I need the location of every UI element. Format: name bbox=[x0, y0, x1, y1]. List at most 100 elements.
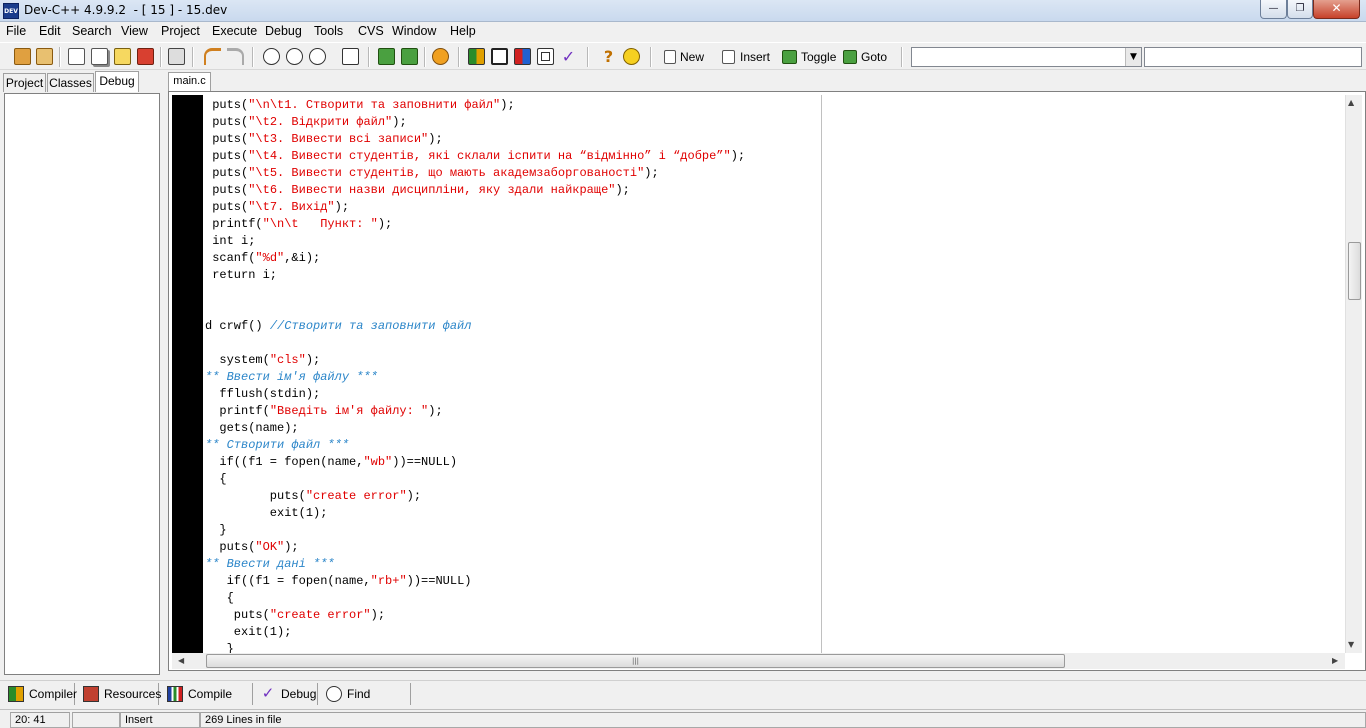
menu-file[interactable]: File bbox=[6, 24, 26, 38]
tab-resources[interactable]: Resources bbox=[79, 683, 161, 705]
string-literal: "\t4. Вивести студентів, які склали іспи… bbox=[248, 149, 731, 163]
replace-icon[interactable] bbox=[309, 48, 326, 65]
code-token: puts( bbox=[205, 540, 256, 554]
new-file-icon[interactable] bbox=[68, 48, 85, 65]
string-literal: "wb" bbox=[363, 455, 393, 469]
scroll-up-icon[interactable]: ▲ bbox=[1348, 98, 1354, 107]
member-combo[interactable] bbox=[1144, 47, 1362, 67]
code-token: ); bbox=[377, 217, 393, 231]
scroll-right-icon[interactable]: ▶ bbox=[1332, 656, 1338, 665]
tab-project[interactable]: Project bbox=[3, 73, 46, 92]
close-file-icon[interactable] bbox=[137, 48, 154, 65]
code-token: ); bbox=[644, 166, 659, 180]
save-all-icon[interactable] bbox=[91, 48, 108, 65]
add-to-project-icon[interactable] bbox=[378, 48, 395, 65]
code-comment: ** Ввести ім'я файлу *** bbox=[205, 370, 378, 384]
code-editor[interactable]: puts("\n\t1. Створити та заповнити файл"… bbox=[168, 91, 1366, 671]
goto-bookmark-icon[interactable] bbox=[843, 50, 857, 64]
code-line: puts("\t7. Вихід"); bbox=[205, 199, 349, 216]
chevron-down-icon[interactable]: ▼ bbox=[1125, 48, 1141, 66]
compile-icon[interactable] bbox=[468, 48, 485, 65]
code-token: puts( bbox=[205, 98, 249, 112]
minimize-button[interactable]: — bbox=[1260, 0, 1287, 19]
remove-from-project-icon[interactable] bbox=[401, 48, 418, 65]
string-literal: "\n\t Пункт: " bbox=[262, 217, 378, 231]
code-token: scanf( bbox=[205, 251, 256, 265]
code-line: { bbox=[205, 471, 226, 488]
project-options-icon[interactable] bbox=[432, 48, 449, 65]
open-project-icon[interactable] bbox=[14, 48, 31, 65]
code-token: puts( bbox=[205, 183, 249, 197]
debug-check-icon[interactable]: ✓ bbox=[560, 48, 577, 65]
modified-indicator bbox=[72, 712, 120, 728]
rebuild-icon[interactable] bbox=[537, 48, 554, 65]
menu-help[interactable]: Help bbox=[450, 24, 476, 38]
new-button-label[interactable]: New bbox=[680, 50, 704, 64]
horizontal-scroll-thumb[interactable]: ||| bbox=[206, 654, 1065, 668]
save-icon[interactable] bbox=[114, 48, 131, 65]
code-token: ); bbox=[370, 608, 386, 622]
compile-run-icon[interactable] bbox=[514, 48, 531, 65]
code-line: { bbox=[205, 590, 234, 607]
vertical-scrollbar[interactable]: ▲ ▼ bbox=[1345, 95, 1362, 653]
open-file-icon[interactable] bbox=[36, 48, 53, 65]
code-area[interactable]: puts("\n\t1. Створити та заповнити файл"… bbox=[205, 95, 1345, 653]
tab-classes[interactable]: Classes bbox=[47, 73, 94, 92]
menu-tools[interactable]: Tools bbox=[314, 24, 343, 38]
code-token: puts( bbox=[205, 200, 249, 214]
menu-execute[interactable]: Execute bbox=[212, 24, 257, 38]
code-token: ))==NULL) bbox=[406, 574, 472, 588]
code-token: ); bbox=[428, 132, 443, 146]
code-line: puts("\t2. Відкрити файл"); bbox=[205, 114, 407, 131]
goto-line-icon[interactable] bbox=[342, 48, 359, 65]
goto-button-label[interactable]: Goto bbox=[861, 50, 887, 64]
class-combo[interactable]: ▼ bbox=[911, 47, 1142, 67]
tab-compile-log[interactable]: Compile Log bbox=[163, 683, 253, 723]
menu-view[interactable]: View bbox=[121, 24, 148, 38]
code-token: exit(1); bbox=[205, 506, 328, 520]
code-line: puts("create error"); bbox=[205, 488, 421, 505]
find-next-icon[interactable] bbox=[286, 48, 303, 65]
close-button[interactable]: ✕ bbox=[1313, 0, 1360, 19]
code-line: puts("OK"); bbox=[205, 539, 298, 556]
menu-search[interactable]: Search bbox=[72, 24, 112, 38]
vertical-scroll-thumb[interactable] bbox=[1348, 242, 1361, 300]
print-icon[interactable] bbox=[168, 48, 185, 65]
menu-edit[interactable]: Edit bbox=[39, 24, 61, 38]
code-token: ); bbox=[615, 183, 630, 197]
insert-icon[interactable] bbox=[722, 50, 735, 64]
tab-compiler[interactable]: Compiler bbox=[4, 683, 77, 705]
code-token: ); bbox=[334, 200, 350, 214]
menu-debug[interactable]: Debug bbox=[265, 24, 302, 38]
tab-debug-bottom[interactable]: ✓ Debug bbox=[256, 683, 318, 705]
tab-debug[interactable]: Debug bbox=[95, 71, 139, 92]
code-line: int i; bbox=[205, 233, 255, 250]
tab-find-results[interactable]: Find Results bbox=[322, 683, 411, 723]
find-icon[interactable] bbox=[263, 48, 280, 65]
undo-icon[interactable] bbox=[204, 48, 221, 65]
code-line: scanf("%d",&i); bbox=[205, 250, 320, 267]
horizontal-scrollbar[interactable]: ◀ ||| ▶ bbox=[172, 653, 1345, 669]
debug-panel[interactable] bbox=[4, 93, 160, 675]
code-token: ); bbox=[392, 115, 407, 129]
redo-icon[interactable] bbox=[227, 48, 244, 65]
code-comment: ** Створити файл *** bbox=[205, 438, 350, 452]
menu-cvs[interactable]: CVS bbox=[358, 24, 384, 38]
string-literal: "create error" bbox=[305, 489, 407, 503]
scroll-left-icon[interactable]: ◀ bbox=[178, 656, 184, 665]
toggle-button-label[interactable]: Toggle bbox=[801, 50, 836, 64]
run-icon[interactable] bbox=[491, 48, 508, 65]
menu-project[interactable]: Project bbox=[161, 24, 200, 38]
code-line: exit(1); bbox=[205, 505, 328, 522]
new-class-icon[interactable] bbox=[664, 50, 676, 64]
code-line: } bbox=[205, 641, 234, 653]
tab-main-c[interactable]: main.c bbox=[168, 72, 211, 91]
help-icon[interactable]: ? bbox=[600, 48, 617, 65]
maximize-button[interactable]: ❐ bbox=[1287, 0, 1313, 19]
toggle-bookmark-icon[interactable] bbox=[782, 50, 797, 64]
scroll-down-icon[interactable]: ▼ bbox=[1348, 640, 1354, 649]
menu-window[interactable]: Window bbox=[392, 24, 436, 38]
about-icon[interactable] bbox=[623, 48, 640, 65]
insert-button-label[interactable]: Insert bbox=[740, 50, 770, 64]
debug-check-icon: ✓ bbox=[261, 685, 275, 702]
